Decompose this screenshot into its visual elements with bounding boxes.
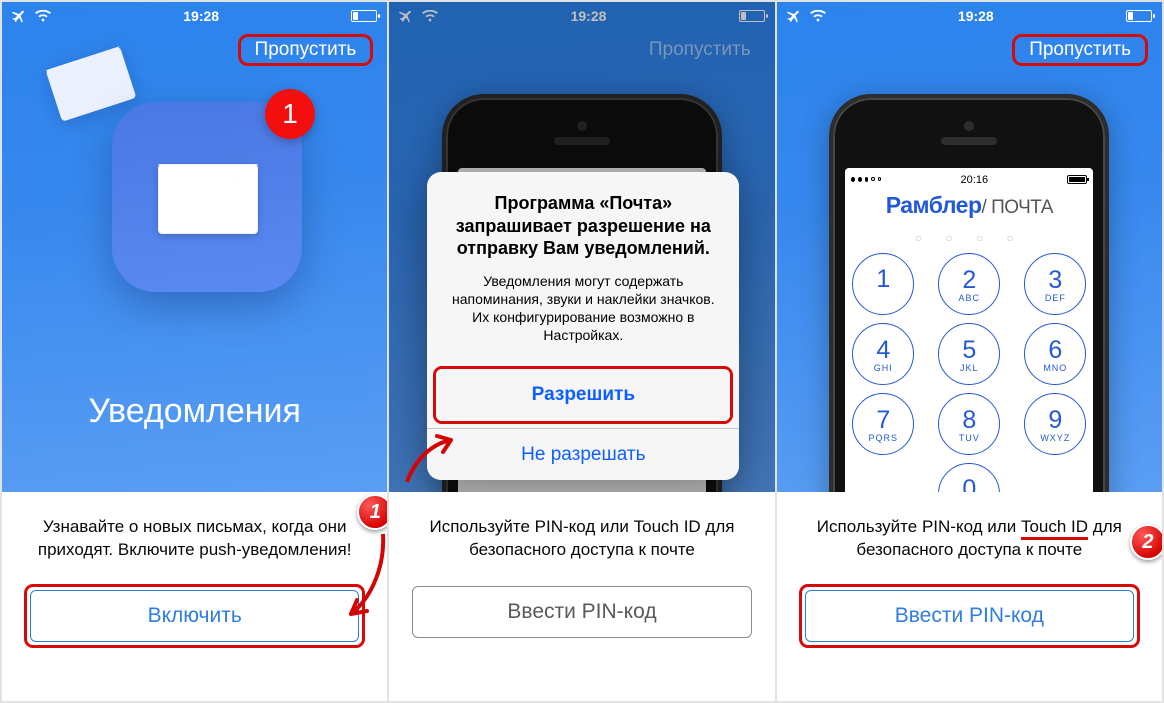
clock: 19:28 bbox=[958, 8, 994, 24]
annotation-underline: Touch ID bbox=[1021, 517, 1088, 540]
badge-1: 1 bbox=[265, 89, 315, 139]
annotation-marker-1: 1 bbox=[357, 494, 387, 530]
allow-button[interactable]: Разрешить bbox=[436, 369, 730, 421]
annotation-highlight: Разрешить bbox=[433, 366, 733, 424]
key-4[interactable]: 4GHI bbox=[852, 323, 914, 385]
annotation-highlight: Включить bbox=[24, 584, 365, 648]
annotation-arrow bbox=[401, 432, 461, 488]
key-3[interactable]: 3DEF bbox=[1024, 253, 1086, 315]
inner-status-bar: 20:16 bbox=[845, 168, 1093, 188]
wifi-icon bbox=[35, 10, 51, 22]
deny-button[interactable]: Не разрешать bbox=[427, 428, 739, 480]
wifi-icon bbox=[810, 10, 826, 22]
inner-battery-icon bbox=[1067, 175, 1087, 184]
mail-app-icon: 1 bbox=[112, 102, 302, 292]
annotation-highlight: Пропустить bbox=[238, 34, 374, 66]
skip-link[interactable]: Пропустить bbox=[1019, 35, 1141, 64]
enter-pin-button[interactable]: Ввести PIN-код bbox=[412, 586, 752, 638]
airplane-mode-icon bbox=[787, 8, 803, 24]
annotation-marker-2: 2 bbox=[1130, 524, 1162, 560]
notifications-desc: Узнавайте о новых письмах, когда они при… bbox=[24, 516, 365, 562]
pin-dots: ○ ○ ○ ○ bbox=[845, 231, 1093, 245]
battery-icon bbox=[351, 10, 377, 22]
pin-desc: Используйте PIN-код или Touch ID для без… bbox=[411, 516, 752, 562]
key-2[interactable]: 2ABC bbox=[938, 253, 1000, 315]
screen-1: 19:28 Пропустить 1 Уведомления Узнавайте… bbox=[2, 2, 387, 701]
annotation-arrow bbox=[343, 530, 387, 622]
key-9[interactable]: 9WXYZ bbox=[1024, 393, 1086, 455]
status-bar: 19:28 bbox=[777, 2, 1162, 26]
key-7[interactable]: 7PQRS bbox=[852, 393, 914, 455]
key-8[interactable]: 8TUV bbox=[938, 393, 1000, 455]
screen-3: 19:28 Пропустить 20:16 Рамблер/ ПО bbox=[777, 2, 1162, 701]
inner-clock: 20:16 bbox=[961, 174, 989, 186]
enter-pin-button[interactable]: Ввести PIN-код bbox=[805, 590, 1134, 642]
alert-message: Уведомления могут содержать напоминания,… bbox=[427, 266, 739, 363]
key-5[interactable]: 5JKL bbox=[938, 323, 1000, 385]
screen-2: 19:28 Пропустить Программа «Почта» запра… bbox=[389, 2, 774, 701]
enable-button[interactable]: Включить bbox=[30, 590, 359, 642]
pin-desc: Используйте PIN-код или Touch ID для без… bbox=[799, 516, 1140, 562]
annotation-highlight: Ввести PIN-код bbox=[799, 584, 1140, 648]
alert-title: Программа «Почта» запрашивает разрешение… bbox=[427, 172, 739, 266]
permission-alert: Программа «Почта» запрашивает разрешение… bbox=[427, 172, 739, 480]
battery-icon bbox=[1126, 10, 1152, 22]
skip-link[interactable]: Пропустить bbox=[245, 35, 367, 64]
key-6[interactable]: 6MNO bbox=[1024, 323, 1086, 385]
clock: 19:28 bbox=[183, 8, 219, 24]
key-1[interactable]: 1 bbox=[852, 253, 914, 315]
airplane-mode-icon bbox=[12, 8, 28, 24]
brand-logo: Рамблер/ ПОЧТА bbox=[845, 192, 1093, 219]
envelope-icon bbox=[158, 164, 258, 234]
annotation-highlight: Пропустить bbox=[1012, 34, 1148, 66]
notifications-title: Уведомления bbox=[2, 392, 387, 431]
keypad: 12ABC3DEF4GHI5JKL6MNO7PQRS8TUV9WXYZ0 bbox=[845, 253, 1093, 525]
status-bar: 19:28 bbox=[2, 2, 387, 26]
